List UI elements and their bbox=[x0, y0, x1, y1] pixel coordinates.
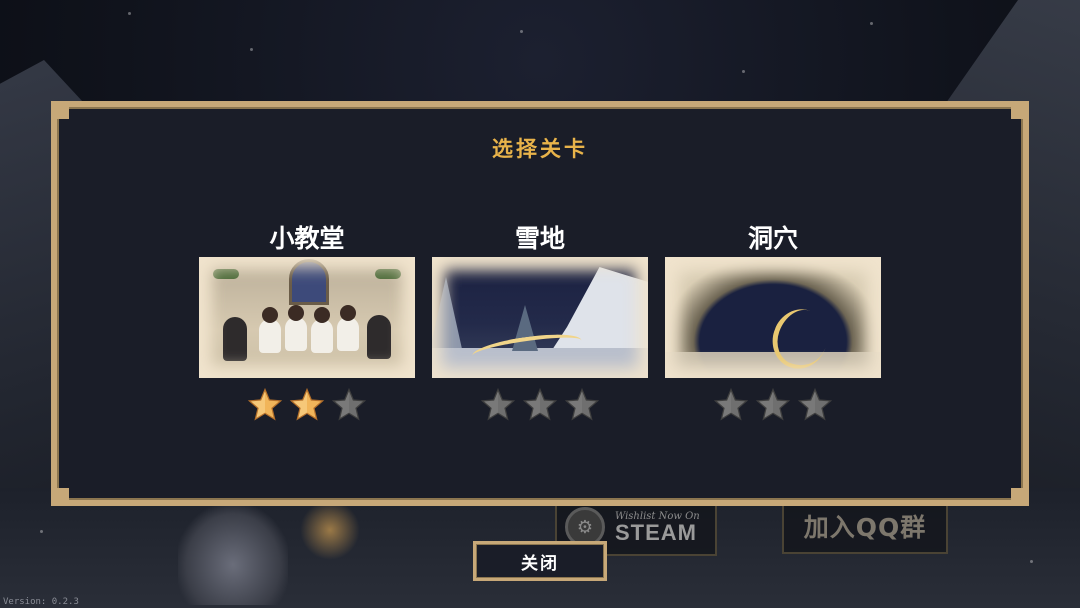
choir-child bbox=[311, 307, 333, 353]
level-thumbnail-cave[interactable] bbox=[665, 257, 881, 378]
shadow-figure bbox=[367, 315, 391, 359]
star-empty-icon bbox=[480, 387, 516, 421]
steam-title: STEAM bbox=[615, 519, 697, 545]
level-name: 洞穴 bbox=[747, 224, 798, 253]
star-empty-icon bbox=[522, 387, 558, 421]
level-card-cave[interactable]: 洞穴 bbox=[665, 221, 881, 424]
choir-child bbox=[285, 305, 307, 351]
player-character bbox=[178, 505, 288, 605]
wreath-decoration bbox=[213, 269, 239, 279]
snowflake bbox=[742, 70, 745, 73]
dialog-title: 选择关卡 bbox=[492, 137, 588, 161]
level-name: 小教堂 bbox=[269, 224, 345, 253]
choir-child bbox=[259, 307, 281, 353]
close-button-label: 关闭 bbox=[476, 544, 604, 578]
level-select-panel: 选择关卡 小教堂 雪地 洞穴 bbox=[57, 107, 1023, 500]
snowflake bbox=[250, 48, 253, 51]
frame-corner bbox=[57, 488, 69, 500]
level-card-chapel[interactable]: 小教堂 bbox=[199, 221, 415, 424]
wreath-decoration bbox=[375, 269, 401, 279]
level-thumbnail-snowfield[interactable] bbox=[432, 257, 648, 378]
cave-floor bbox=[665, 352, 881, 378]
chapel-window bbox=[289, 259, 329, 305]
star-empty-icon bbox=[331, 387, 367, 421]
star-empty-icon bbox=[564, 387, 600, 421]
choir-child bbox=[337, 305, 359, 351]
frame-corner bbox=[1011, 488, 1023, 500]
star-filled-icon bbox=[289, 387, 325, 421]
version-label: Version: 0.2.3 bbox=[3, 597, 79, 607]
snowflake bbox=[40, 530, 43, 533]
frame-corner bbox=[57, 107, 69, 119]
level-card-snowfield[interactable]: 雪地 bbox=[432, 221, 648, 424]
shadow-figure bbox=[223, 317, 247, 361]
close-button[interactable]: 关闭 bbox=[473, 541, 607, 581]
snowflake bbox=[1030, 560, 1033, 563]
frame-corner bbox=[1011, 107, 1023, 119]
steam-button-text: Wishlist Now On STEAM bbox=[615, 511, 700, 544]
star-rating bbox=[199, 386, 415, 424]
snowflake bbox=[870, 22, 873, 25]
star-rating bbox=[432, 386, 648, 424]
lantern-glow bbox=[300, 500, 360, 560]
star-empty-icon bbox=[755, 387, 791, 421]
snowflake bbox=[128, 12, 131, 15]
star-empty-icon bbox=[713, 387, 749, 421]
star-empty-icon bbox=[797, 387, 833, 421]
star-filled-icon bbox=[247, 387, 283, 421]
snowflake bbox=[520, 30, 523, 33]
join-qq-group-button[interactable]: 加入QQ群 bbox=[782, 498, 948, 554]
level-thumbnail-chapel[interactable] bbox=[199, 257, 415, 378]
star-rating bbox=[665, 386, 881, 424]
level-name: 雪地 bbox=[514, 224, 565, 253]
level-select-dialog: 选择关卡 小教堂 雪地 洞穴 bbox=[51, 101, 1029, 506]
